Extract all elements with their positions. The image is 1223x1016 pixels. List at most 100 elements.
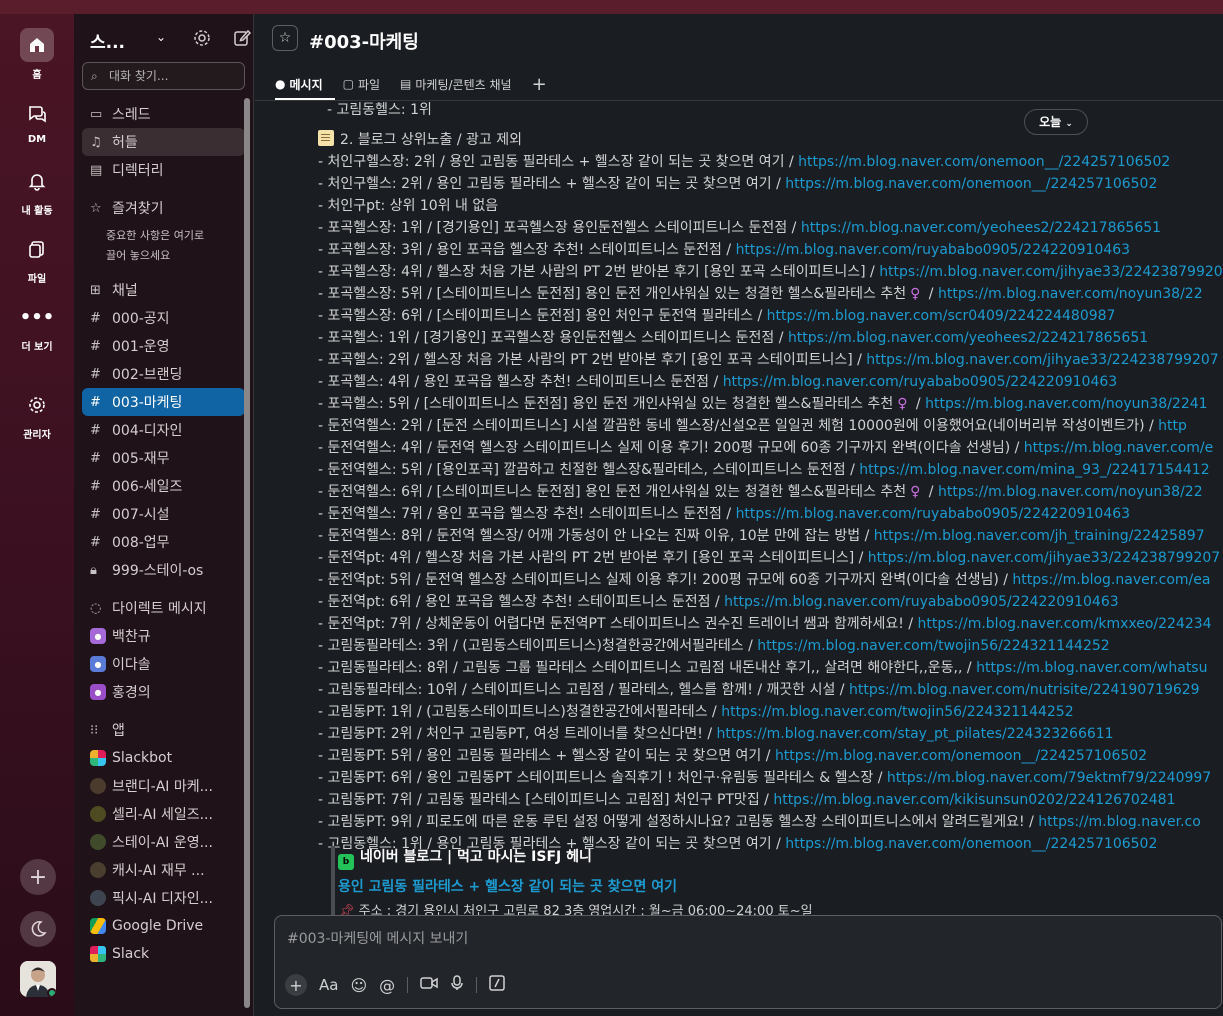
settings-icon[interactable] <box>192 28 212 52</box>
add-workspace-button[interactable]: + <box>20 859 56 895</box>
tab-canvas[interactable]: ▤ 마케팅/콘텐츠 채널 <box>400 72 512 96</box>
blog-link[interactable]: https://m.blog.naver.com/ea <box>1012 572 1210 588</box>
sidebar-channel-005[interactable]: #005-재무 <box>82 444 245 472</box>
avatar: ● <box>90 656 106 672</box>
preview-title[interactable]: 용인 고림동 필라테스 + 헬스장 같이 되는 곳 찾으면 여기 <box>338 876 851 896</box>
headphones-icon: ♫ <box>90 134 102 150</box>
workspace-header[interactable]: 스... ⌄ <box>90 28 252 53</box>
sidebar-channel-999[interactable]: 🔒︎ 999-스테이-os <box>82 556 245 584</box>
rail-home[interactable]: 홈 <box>0 28 74 81</box>
date-divider-button[interactable]: 오늘 ⌄ <box>1024 109 1088 135</box>
sidebar-channel-000[interactable]: #000-공지 <box>82 304 245 332</box>
blog-link[interactable]: https://m.blog.naver.com/yeohees2/224217… <box>801 220 1161 236</box>
section-direct-messages[interactable]: ◌ 다이렉트 메시지 <box>82 594 245 622</box>
dm-item[interactable]: ● 홍경의 <box>82 678 245 706</box>
blog-link[interactable]: https://m.blog.naver.com/nutrisite/22419… <box>849 682 1200 698</box>
dm-item[interactable]: ● 이다솔 <box>82 650 245 678</box>
format-text-icon[interactable]: Aa <box>319 976 338 994</box>
app-item-slack[interactable]: Slack <box>82 940 245 968</box>
emoji-icon[interactable]: ☺ <box>350 976 367 995</box>
app-item[interactable]: 브랜디-AI 마케... <box>82 772 245 800</box>
blog-link[interactable]: https://m.blog.naver.com/kikisunsun0202/… <box>773 792 1175 808</box>
section-label: 즐겨찾기 <box>112 201 164 217</box>
sidebar-item-threads[interactable]: ▭ 스레드 <box>82 100 245 128</box>
sidebar-channel-001[interactable]: #001-운영 <box>82 332 245 360</box>
rail-dm[interactable]: DM <box>0 96 74 145</box>
blog-link[interactable]: https://m.blog.naver.com/jh_training/224… <box>874 528 1205 544</box>
rail-files[interactable]: 파일 <box>0 232 74 285</box>
blog-link[interactable]: https://m.blog.naver.com/ruyababo0905/22… <box>724 594 1118 610</box>
blog-link[interactable]: https://m.blog.naver.com/onemoon__/22425… <box>798 154 1170 170</box>
blog-link[interactable]: https://m.blog.naver.com/onemoon__/22425… <box>775 748 1147 764</box>
section-favorites[interactable]: ☆ 즐겨찾기 <box>82 194 245 222</box>
sidebar-item-directory[interactable]: ▤ 디렉터리 <box>82 156 245 184</box>
section-channels[interactable]: ⊞ 채널 <box>82 276 245 304</box>
blog-link[interactable]: https://m.blog.naver.com/e <box>1024 440 1213 456</box>
blog-link[interactable]: https://m.blog.naver.com/noyun38/22 <box>938 286 1203 302</box>
section-label: 채널 <box>112 283 138 299</box>
theme-toggle-button[interactable] <box>20 911 56 947</box>
mention-icon[interactable]: @ <box>379 976 395 995</box>
app-item[interactable]: 캐시-AI 재무 ... <box>82 856 245 884</box>
blog-link[interactable]: https://m.blog.naver.com/mina_93_/224171… <box>859 462 1209 478</box>
message-text: - 포곡헬스: 1위 / [경기용인] 포곡헬스장 용인둔전헬스 스테이피트니스… <box>318 330 788 346</box>
chevron-down-icon[interactable]: ⌄ <box>156 30 166 44</box>
app-item[interactable]: 픽시-AI 디자인... <box>82 884 245 912</box>
blog-link[interactable]: https://m.blog.naver.com/ruyababo0905/22… <box>736 506 1130 522</box>
sidebar-channel-008[interactable]: #008-업무 <box>82 528 245 556</box>
message-text: - 포곡헬스: 4위 / 용인 포곡읍 헬스장 추천! 스테이피트니스 둔전점 … <box>318 374 723 390</box>
sidebar-channel-002[interactable]: #002-브랜딩 <box>82 360 245 388</box>
sidebar-channel-003[interactable]: #003-마케팅 <box>82 388 245 416</box>
blog-link[interactable]: https://m.blog.naver.com/stay_pt_pilates… <box>716 726 1113 742</box>
sidebar-channel-006[interactable]: #006-세일즈 <box>82 472 245 500</box>
blog-link[interactable]: https://m.blog.naver.com/yeohees2/224217… <box>788 330 1148 346</box>
rail-more[interactable]: ••• 더 보기 <box>0 300 74 354</box>
blog-link[interactable]: https://m.blog.naver.com/jihyae33/224238… <box>868 550 1220 566</box>
blog-link[interactable]: https://m.blog.naver.com/twojin56/224321… <box>757 638 1109 654</box>
home-icon <box>20 28 54 62</box>
blog-link[interactable]: https://m.blog.naver.com/scr0409/2242244… <box>767 308 1116 324</box>
microphone-icon[interactable] <box>450 975 464 995</box>
sidebar-channel-004[interactable]: #004-디자인 <box>82 416 245 444</box>
message-composer[interactable]: #003-마케팅에 메시지 보내기 + Aa ☺ @ <box>274 915 1222 1009</box>
blog-link[interactable]: https://m.blog.naver.com/whatsu <box>976 660 1207 676</box>
app-item[interactable]: 셀리-AI 세일즈... <box>82 800 245 828</box>
blog-link[interactable]: https://m.blog.naver.com/onemoon__/22425… <box>785 176 1157 192</box>
blog-link[interactable]: https://m.blog.naver.com/jihyae33/224238… <box>879 264 1222 280</box>
user-avatar[interactable] <box>20 961 56 997</box>
blog-link[interactable]: https://m.blog.naver.com/79ektmf79/22409… <box>887 770 1211 786</box>
star-channel-button[interactable]: ☆ <box>272 25 298 51</box>
section-apps[interactable]: ⁝⁝ 앱 <box>82 716 245 744</box>
blog-link[interactable]: https://m.blog.naver.com/jihyae33/224238… <box>866 352 1218 368</box>
blog-link[interactable]: https://m.blog.naver.com/noyun38/22 <box>938 484 1203 500</box>
app-label: Google Drive <box>112 918 204 934</box>
link-preview[interactable]: b 네이버 블로그 | 먹고 마시는 ISFJ 헤니 용인 고림동 필라테스 + … <box>331 846 851 917</box>
blog-link[interactable]: https://m.blog.naver.com/ruyababo0905/22… <box>723 374 1117 390</box>
compose-icon[interactable] <box>232 28 252 52</box>
conversation-search-input[interactable]: ⌕ 대화 찾기... <box>82 62 245 90</box>
channel-title[interactable]: #003-마케팅 <box>309 28 419 54</box>
blog-link[interactable]: https://m.blog.naver.co <box>1038 814 1200 830</box>
blog-link[interactable]: https://m.blog.naver.com/ruyababo0905/22… <box>736 242 1130 258</box>
blog-link[interactable]: https://m.blog.naver.com/noyun38/2241 <box>925 396 1207 412</box>
slash-command-icon[interactable] <box>489 975 505 995</box>
rail-activity[interactable]: 내 활동 <box>0 164 74 217</box>
sidebar-channel-007[interactable]: #007-시설 <box>82 500 245 528</box>
rail-admin[interactable]: 관리자 <box>0 388 74 441</box>
app-item[interactable]: 스테이-AI 운영... <box>82 828 245 856</box>
sidebar-scrollbar[interactable] <box>244 98 250 1008</box>
sidebar-item-huddles[interactable]: ♫ 허들 <box>82 128 245 156</box>
dm-item[interactable]: ● 백찬규 <box>82 622 245 650</box>
add-tab-button[interactable]: + <box>532 72 547 96</box>
video-icon[interactable] <box>420 976 438 994</box>
tab-files[interactable]: ▢ 파일 <box>343 72 380 96</box>
workspace-name[interactable]: 스... <box>90 28 125 53</box>
blog-link[interactable]: https://m.blog.naver.com/kmxxeo/224234 <box>918 616 1212 632</box>
app-item-google-drive[interactable]: Google Drive <box>82 912 245 940</box>
blog-link[interactable]: http <box>1158 418 1187 434</box>
composer-placeholder[interactable]: #003-마케팅에 메시지 보내기 <box>287 928 468 948</box>
attach-plus-button[interactable]: + <box>285 974 307 996</box>
tab-messages[interactable]: ● 메시지 <box>275 72 323 96</box>
app-item-slackbot[interactable]: Slackbot <box>82 744 245 772</box>
blog-link[interactable]: https://m.blog.naver.com/twojin56/224321… <box>721 704 1073 720</box>
